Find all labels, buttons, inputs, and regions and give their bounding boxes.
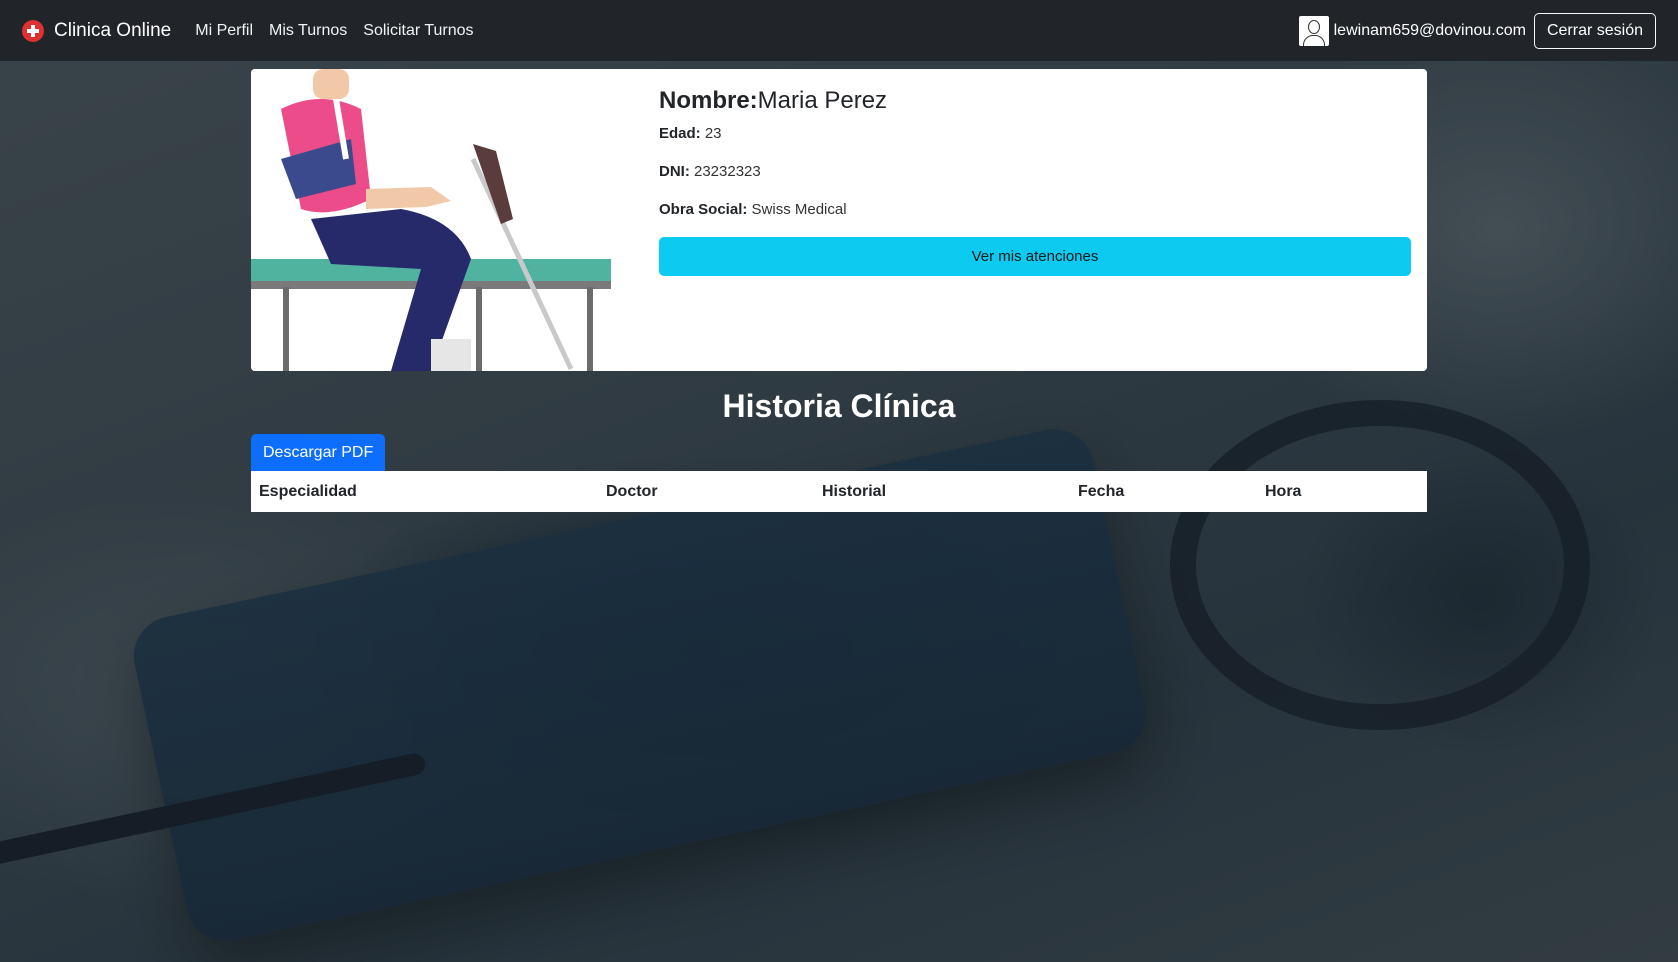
patient-illustration xyxy=(251,69,631,371)
column-especialidad: Especialidad xyxy=(259,483,357,500)
profile-age-value: 23 xyxy=(704,125,722,142)
profile-info: Nombre:Maria Perez Edad: 23 DNI: 2323232… xyxy=(659,87,1411,276)
clinic-cross-icon xyxy=(22,19,44,42)
ver-atenciones-button[interactable]: Ver mis atenciones xyxy=(659,237,1411,276)
user-avatar-icon xyxy=(1298,15,1329,46)
profile-name-value: Maria Perez xyxy=(757,87,888,114)
nav-mi-perfil[interactable]: Mi Perfil xyxy=(195,22,253,40)
profile-dni-value: 23232323 xyxy=(694,163,761,180)
column-fecha: Fecha xyxy=(1078,483,1125,500)
profile-name: Nombre:Maria Perez xyxy=(659,87,888,114)
profile-obra-social: Obra Social: Swiss Medical xyxy=(659,201,847,218)
nav-mis-turnos[interactable]: Mis Turnos xyxy=(269,22,347,40)
user-area: lewinam659@dovinou.com Cerrar sesión xyxy=(1298,12,1656,49)
top-navbar: Clinica Online Mi Perfil Mis Turnos Soli… xyxy=(0,0,1678,61)
user-email: lewinam659@dovinou.com xyxy=(1333,21,1526,39)
profile-obra-value: Swiss Medical xyxy=(751,201,847,218)
brand[interactable]: Clinica Online xyxy=(22,19,195,42)
profile-card: Nombre:Maria Perez Edad: 23 DNI: 2323232… xyxy=(251,69,1427,371)
column-hora: Hora xyxy=(1265,483,1302,500)
historia-title: Historia Clínica xyxy=(722,388,956,424)
column-doctor: Doctor xyxy=(606,483,658,500)
column-historial: Historial xyxy=(822,483,887,500)
logout-button[interactable]: Cerrar sesión xyxy=(1533,12,1656,49)
nav-solicitar-turnos[interactable]: Solicitar Turnos xyxy=(363,22,473,40)
historia-table-header: Especialidad Doctor Historial Fecha Hora xyxy=(251,471,1427,512)
brand-title[interactable]: Clinica Online xyxy=(54,20,171,42)
download-pdf-button[interactable]: Descargar PDF xyxy=(251,434,386,472)
profile-age: Edad: 23 xyxy=(659,125,722,142)
profile-dni: DNI: 23232323 xyxy=(659,163,761,180)
